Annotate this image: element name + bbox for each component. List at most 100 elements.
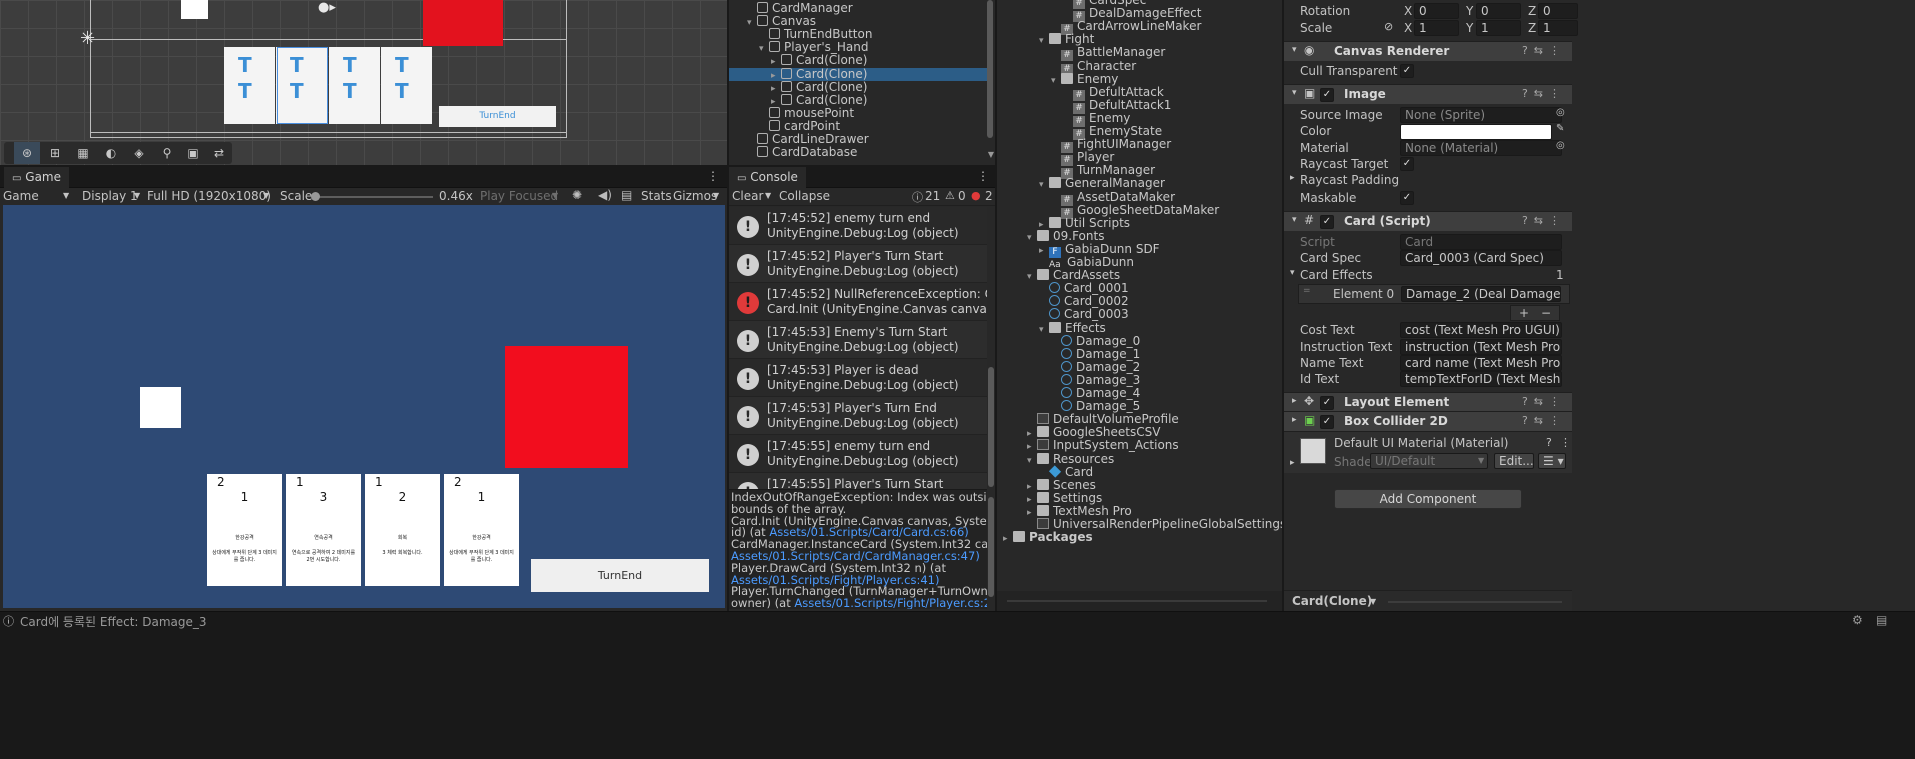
expand-arrow-icon[interactable]: ▸	[1003, 533, 1013, 546]
fold-arrow-icon[interactable]: ▸	[1290, 173, 1295, 183]
shader-dropdown[interactable]: UI/Default	[1370, 453, 1488, 469]
scene-card[interactable]: T T	[224, 47, 275, 124]
project-item[interactable]: ▾ Resources	[1027, 452, 1114, 468]
target-icon[interactable]: ◎	[1556, 140, 1565, 151]
hierarchy-item[interactable]: cardPoint	[729, 119, 987, 133]
link-icon[interactable]: ⊘	[1384, 20, 1393, 33]
hierarchy-item[interactable]: mousePoint	[729, 106, 987, 120]
pivot-crosshair-icon[interactable]: ✳	[80, 29, 100, 49]
project-item[interactable]: # EnemyState	[1063, 125, 1162, 140]
layout-element-checkbox[interactable]: ✓	[1320, 396, 1334, 410]
scale-slider-thumb[interactable]	[311, 192, 320, 201]
hierarchy-item[interactable]: ▸ Card(Clone)	[729, 54, 987, 68]
project-item[interactable]: ▸ Util Scripts	[1039, 216, 1130, 230]
image-header[interactable]: ▾ ▣ ✓ Image ?⇆⋮	[1284, 84, 1572, 104]
console-entry[interactable]: ! [17:45:53] Enemy's Turn Start UnityEngin…	[729, 321, 987, 359]
scene-view[interactable]: ●▸ ✳ T T T T T T T T TurnEnd ⊛ ⊞ ▦ ◐ ◈ ⚲…	[0, 0, 727, 165]
hierarchy-item[interactable]: ▸ Card(Clone)	[729, 93, 987, 107]
rotation-z-field[interactable]: 0	[1538, 3, 1578, 19]
fold-arrow-icon[interactable]: ▾	[1292, 88, 1297, 98]
tab-game[interactable]: ▭ Game	[4, 167, 70, 188]
zoom-slider[interactable]	[1007, 600, 1267, 602]
console-scrollbar[interactable]	[988, 367, 994, 487]
help-icon[interactable]: ?	[1546, 436, 1552, 449]
project-item[interactable]: Card	[1039, 464, 1093, 479]
element0-field[interactable]: Damage_2 (Deal Damage Effe	[1401, 286, 1561, 302]
source-image-field[interactable]: None (Sprite)	[1400, 107, 1562, 123]
component-menu-icons[interactable]: ?⇆⋮	[1522, 87, 1566, 100]
add-component-button[interactable]: Add Component	[1334, 489, 1522, 509]
component-menu-icons[interactable]: ?⇆⋮	[1522, 414, 1566, 427]
clear-button[interactable]: Clear	[732, 189, 763, 203]
bell-icon[interactable]: ▤	[1876, 613, 1887, 627]
project-item[interactable]: ▾ 09.Fonts	[1027, 229, 1104, 245]
project-item[interactable]: ▾ CardAssets	[1027, 269, 1120, 284]
fold-arrow-icon[interactable]: ▾	[1292, 45, 1297, 55]
rotation-x-field[interactable]: 0	[1414, 3, 1459, 19]
resolution-dropdown[interactable]: Full HD (1920x1080) ▼	[147, 189, 275, 203]
expand-arrow-icon[interactable]: ▾	[1027, 271, 1037, 284]
project-panel[interactable]: # CardSpec # DealDamageEffect # CardArrowLine…	[997, 0, 1282, 611]
project-item[interactable]: Damage_2	[1051, 360, 1140, 374]
instruction-text-field[interactable]: instruction (Text Mesh Pro UG	[1400, 339, 1562, 355]
card-effects-label[interactable]: Card Effects	[1300, 268, 1373, 282]
card-spec-field[interactable]: Card_0003 (Card Spec)	[1400, 250, 1562, 266]
console-entry[interactable]: ! [17:45:53] Player's Turn End UnityEngine…	[729, 397, 987, 435]
fold-arrow-icon[interactable]: ▸	[1290, 458, 1295, 468]
hierarchy-scrollbar[interactable]	[987, 0, 993, 138]
hierarchy-item[interactable]: ▾ Player's_Hand	[729, 41, 987, 55]
project-item[interactable]: # CardArrowLineMaker	[1051, 20, 1201, 36]
color-field[interactable]	[1400, 124, 1552, 140]
target-icon[interactable]: ◎	[1556, 107, 1565, 118]
hand-card[interactable]: 1 2 회복 3 체력 회복합니다.	[365, 474, 440, 586]
component-menu-icons[interactable]: ?⇆⋮	[1522, 44, 1566, 57]
shuffle-icon[interactable]: ⇄	[206, 142, 232, 164]
raycast-target-checkbox[interactable]: ✓	[1400, 157, 1414, 171]
chevron-down-icon[interactable]: ▼	[765, 191, 771, 200]
project-item[interactable]: ▸ Settings	[1027, 491, 1102, 505]
console-entry[interactable]: ! [17:45:53] Player is dead UnityEngine.De…	[729, 359, 987, 397]
menu-icon[interactable]: ⋮	[1560, 436, 1571, 449]
image-enabled-checkbox[interactable]: ✓	[1320, 88, 1334, 102]
turnend-button[interactable]: TurnEnd	[531, 559, 709, 592]
search-icon[interactable]: ⚲	[154, 142, 180, 164]
info-count-icon[interactable]: ⓘ	[912, 189, 923, 205]
expand-arrow-icon[interactable]: ▾	[1027, 455, 1037, 468]
add-element-button[interactable]: +	[1519, 306, 1529, 320]
project-item[interactable]: ▸ InputSystem_Actions	[1027, 439, 1179, 453]
expand-arrow-icon[interactable]: ▾	[1027, 232, 1037, 245]
project-item[interactable]: # AssetDataMaker	[1051, 190, 1175, 206]
orbit-icon[interactable]: ⊛	[14, 142, 40, 164]
camera-icon[interactable]: ▣	[180, 142, 206, 164]
maskable-checkbox[interactable]: ✓	[1400, 191, 1414, 205]
expand-arrow-icon[interactable]: ▾	[1039, 179, 1049, 192]
scene-turnend-button[interactable]: TurnEnd	[439, 106, 556, 127]
display-dropdown[interactable]: Display 1 ▼	[82, 189, 142, 203]
hierarchy-item[interactable]: ▸ Card(Clone)	[729, 67, 987, 81]
console-entry[interactable]: ! [17:45:55] enemy turn end UnityEngine.De…	[729, 435, 987, 473]
project-item[interactable]: # Player	[1051, 151, 1114, 167]
project-item[interactable]: DefaultVolumeProfile	[1027, 413, 1179, 426]
cull-checkbox[interactable]: ✓	[1400, 64, 1414, 78]
network-icon[interactable]: ⚙	[1852, 613, 1863, 627]
hand-card[interactable]: 1 3 연속공격 연속으로 공격하여 2 데미지를 2번 시도합니다.	[286, 474, 361, 586]
expand-arrow-icon[interactable]: ▾	[1039, 35, 1049, 48]
project-item[interactable]: # DealDamageEffect	[1063, 7, 1201, 23]
project-item[interactable]: Damage_5	[1051, 400, 1140, 413]
inspector-panel[interactable]: Rotation X 0 Y 0 Z 0 Scale ⊘ X 1 Y 1 Z 1…	[1284, 0, 1915, 611]
more-menu-icon[interactable]: ⋮	[707, 169, 719, 183]
game-mode-dropdown[interactable]: Game ▼	[3, 189, 73, 203]
list-dropdown-button[interactable]: ☰ ▾	[1538, 453, 1566, 469]
panel-divider[interactable]	[727, 0, 729, 611]
hierarchy-item[interactable]: TurnEndButton	[729, 28, 987, 41]
project-item[interactable]: Card_0003	[1039, 308, 1129, 321]
project-item[interactable]: ▾ Enemy	[1051, 72, 1118, 86]
project-item[interactable]: Card_0001	[1039, 282, 1129, 295]
eyedropper-icon[interactable]: ✎	[1556, 123, 1564, 134]
scale-slider[interactable]	[311, 192, 433, 201]
component-menu-icons[interactable]: ?⇆⋮	[1522, 395, 1566, 408]
layers-icon[interactable]: ◈	[126, 142, 152, 164]
footer-slider[interactable]	[1388, 601, 1562, 603]
project-item[interactable]: UniversalRenderPipelineGlobalSettings	[1027, 518, 1282, 531]
footer-object-dropdown[interactable]: Card(Clone)	[1292, 594, 1372, 608]
